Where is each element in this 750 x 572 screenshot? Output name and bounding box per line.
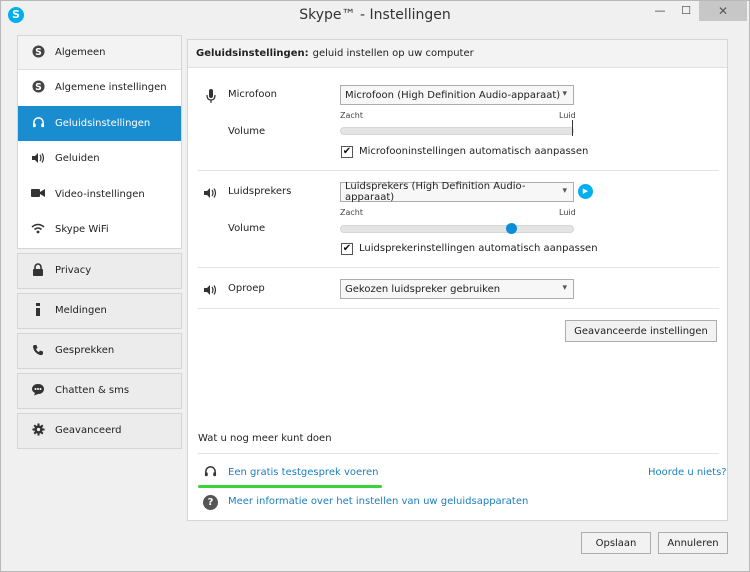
sidebar-item-video-instellingen[interactable]: Video-instellingen xyxy=(18,176,181,212)
microphone-volume-label: Volume xyxy=(228,126,266,137)
sidebar-item-geluiden[interactable]: Geluiden xyxy=(18,141,181,177)
chevron-down-icon: ▾ xyxy=(562,283,567,293)
sidebar-category-geavanceerd[interactable]: Geavanceerd xyxy=(17,412,182,449)
cancel-button[interactable]: Annuleren xyxy=(658,532,728,554)
microphone-select-value: Microfoon (High Definition Audio-apparaa… xyxy=(345,89,561,101)
highlight-underline xyxy=(198,485,382,488)
wifi-icon xyxy=(31,223,45,236)
sidebar-category-label: Chatten & sms xyxy=(55,385,130,396)
phone-icon xyxy=(31,344,45,358)
microphone-select[interactable]: Microfoon (High Definition Audio-apparaa… xyxy=(340,85,574,105)
chat-icon xyxy=(31,383,45,398)
info-icon xyxy=(31,303,45,318)
ringing-select-value: Gekozen luidspreker gebruiken xyxy=(345,283,501,295)
speakers-volume-label: Volume xyxy=(228,223,266,234)
close-button[interactable]: ✕ xyxy=(699,1,747,21)
test-call-link[interactable]: Een gratis testgesprek voeren xyxy=(228,467,379,478)
speakers-label: Luidsprekers xyxy=(228,186,292,197)
speaker-icon xyxy=(203,284,217,299)
sidebar-item-label: Geluidsinstellingen xyxy=(55,117,151,129)
sidebar-header-algemeen[interactable]: S Algemeen xyxy=(18,36,181,70)
camera-icon xyxy=(31,188,45,200)
sidebar-item-label: Video-instellingen xyxy=(55,188,145,200)
sidebar-item-skype-wifi[interactable]: Skype WiFi xyxy=(18,212,181,248)
skype-icon: S xyxy=(31,80,45,95)
panel-header: Geluidsinstellingen: geluid instellen op… xyxy=(188,40,727,68)
sound-settings-panel: Geluidsinstellingen: geluid instellen op… xyxy=(187,39,728,521)
advanced-settings-button[interactable]: Geavanceerde instellingen xyxy=(565,320,717,342)
help-icon: ? xyxy=(203,495,218,510)
play-test-sound-button[interactable]: ▶ xyxy=(578,184,593,199)
panel-header-subtitle: geluid instellen op uw computer xyxy=(312,48,474,59)
sidebar-category-gesprekken[interactable]: Gesprekken xyxy=(17,332,182,369)
gear-icon xyxy=(31,423,45,438)
speaker-icon xyxy=(203,187,217,202)
svg-text:S: S xyxy=(35,82,42,93)
save-button[interactable]: Opslaan xyxy=(581,532,651,554)
skype-icon: S xyxy=(31,45,45,60)
speakers-volume-knob[interactable] xyxy=(506,223,517,234)
speaker-icon xyxy=(31,152,45,166)
sidebar-category-chatten-sms[interactable]: Chatten & sms xyxy=(17,372,182,409)
maximize-button[interactable]: ☐ xyxy=(673,1,699,21)
sidebar-item-label: Geluiden xyxy=(55,153,100,165)
headset-icon xyxy=(203,465,217,481)
speakers-volume-slider[interactable] xyxy=(340,225,574,233)
sidebar-header-label: Algemeen xyxy=(55,47,106,58)
microphone-volume-slider[interactable] xyxy=(340,127,574,135)
speakers-select[interactable]: Luidsprekers (High Definition Audio-appa… xyxy=(340,181,574,203)
speakers-slider-max-label: Luid xyxy=(559,208,576,217)
section-divider xyxy=(198,453,719,454)
speakers-slider-min-label: Zacht xyxy=(340,208,363,217)
sidebar-category-label: Gesprekken xyxy=(55,345,115,356)
sidebar-category-label: Geavanceerd xyxy=(55,425,122,436)
sidebar-category-label: Meldingen xyxy=(55,305,107,316)
microphone-volume-marker[interactable] xyxy=(572,120,573,136)
sidebar-item-label: Algemene instellingen xyxy=(55,82,167,94)
section-divider xyxy=(198,267,719,268)
microphone-slider-min-label: Zacht xyxy=(340,111,363,120)
lock-icon xyxy=(31,263,45,278)
section-divider xyxy=(198,170,719,171)
speakers-auto-checkbox[interactable]: ✔ xyxy=(341,243,353,255)
headset-icon xyxy=(31,116,45,131)
sidebar-item-geluidsinstellingen[interactable]: Geluidsinstellingen xyxy=(18,105,181,141)
svg-text:S: S xyxy=(35,47,42,58)
more-options-title: Wat u nog meer kunt doen xyxy=(198,433,332,444)
more-info-link[interactable]: Meer informatie over het instellen van u… xyxy=(228,496,528,507)
sidebar-group-general: S Algemeen S Algemene instellingen Gelui… xyxy=(17,35,182,249)
chevron-down-icon: ▾ xyxy=(562,89,567,99)
settings-sidebar: S Algemeen S Algemene instellingen Gelui… xyxy=(17,35,182,449)
minimize-button[interactable]: — xyxy=(647,1,673,21)
sidebar-item-label: Skype WiFi xyxy=(55,224,109,236)
microphone-auto-checkbox[interactable]: ✔ xyxy=(341,146,353,158)
sidebar-category-meldingen[interactable]: Meldingen xyxy=(17,292,182,329)
microphone-auto-label: Microfooninstellingen automatisch aanpas… xyxy=(359,146,589,157)
settings-window: S Skype™ - Instellingen — ☐ ✕ S Algemeen… xyxy=(0,0,750,572)
chevron-down-icon: ▾ xyxy=(562,186,567,196)
ringing-select[interactable]: Gekozen luidspreker gebruiken ▾ xyxy=(340,279,574,299)
section-divider xyxy=(198,308,719,309)
window-title: Skype™ - Instellingen xyxy=(299,7,451,23)
speakers-select-value: Luidsprekers (High Definition Audio-appa… xyxy=(345,181,526,203)
microphone-label: Microfoon xyxy=(228,89,278,100)
microphone-slider-max-label: Luid xyxy=(559,111,576,120)
hear-nothing-link[interactable]: Hoorde u niets? xyxy=(648,467,727,478)
sidebar-category-label: Privacy xyxy=(55,265,92,276)
speakers-auto-label: Luidsprekerinstellingen automatisch aanp… xyxy=(359,243,598,254)
microphone-icon xyxy=(204,89,218,107)
panel-header-title: Geluidsinstellingen: xyxy=(196,48,309,59)
sidebar-category-privacy[interactable]: Privacy xyxy=(17,252,182,289)
ringing-label: Oproep xyxy=(228,283,265,294)
sidebar-item-algemene-instellingen[interactable]: S Algemene instellingen xyxy=(18,70,181,106)
title-bar: S Skype™ - Instellingen — ☐ ✕ xyxy=(1,1,749,29)
